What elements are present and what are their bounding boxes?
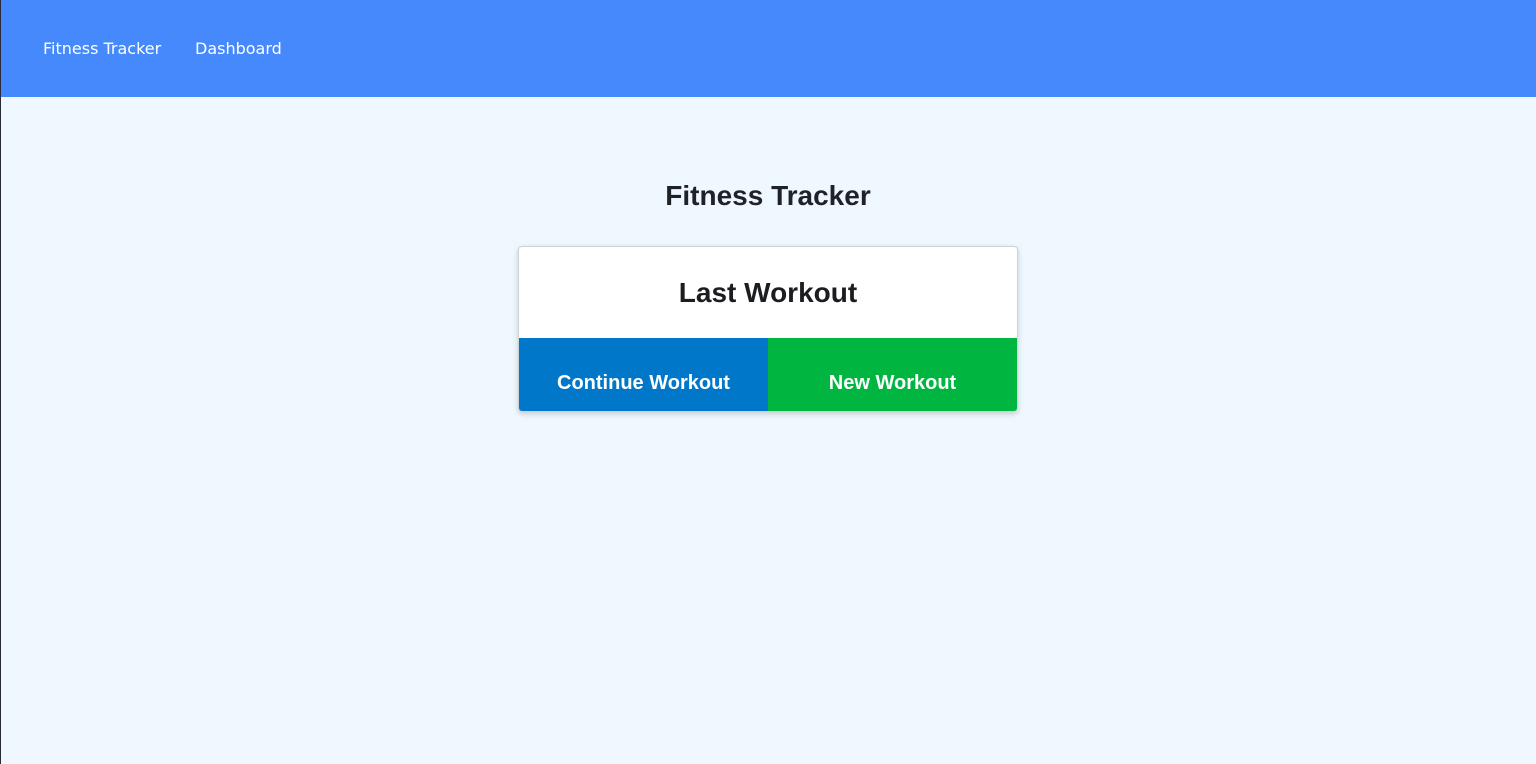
top-navbar: Fitness Tracker Dashboard [1, 0, 1536, 97]
page-title: Fitness Tracker [665, 180, 871, 211]
card-actions: Continue Workout New Workout [519, 338, 1017, 411]
last-workout-card: Last Workout Continue Workout New Workou… [518, 246, 1018, 412]
new-workout-button[interactable]: New Workout [768, 338, 1017, 411]
window-left-edge [0, 0, 1, 764]
continue-workout-button[interactable]: Continue Workout [519, 338, 768, 411]
nav-brand-link[interactable]: Fitness Tracker [43, 38, 161, 60]
nav-dashboard-link[interactable]: Dashboard [195, 38, 282, 60]
card-title: Last Workout [678, 276, 858, 308]
